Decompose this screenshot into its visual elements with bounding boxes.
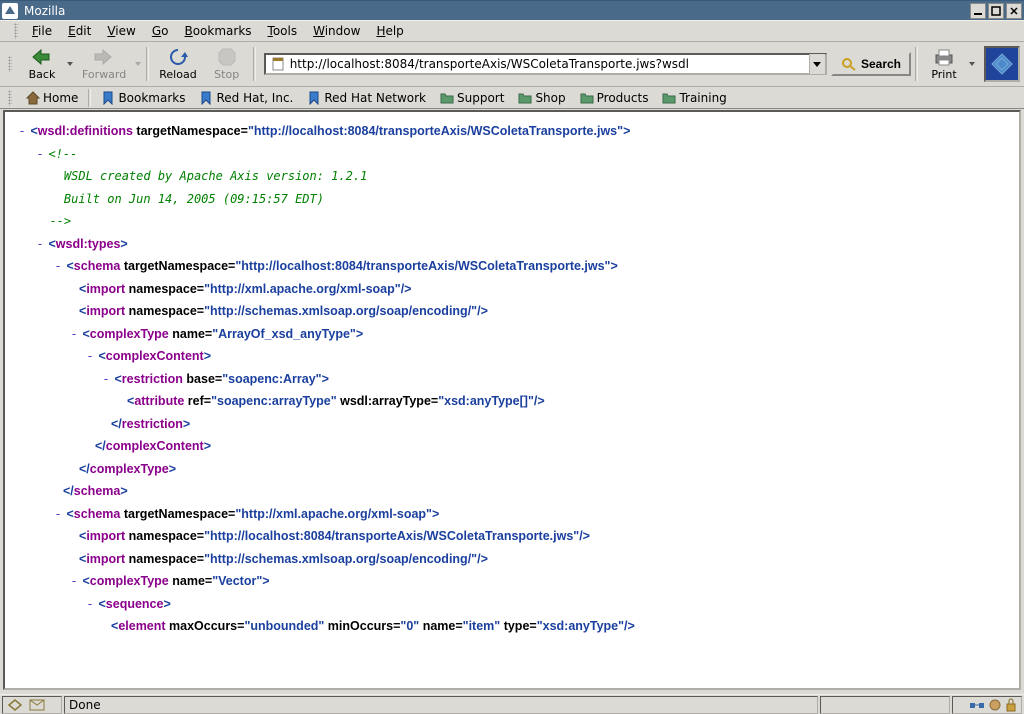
stop-button: Stop bbox=[205, 44, 249, 84]
throbber-icon[interactable] bbox=[984, 46, 1020, 82]
forward-icon bbox=[92, 47, 116, 67]
forward-dropdown bbox=[134, 62, 142, 66]
folder-icon bbox=[662, 91, 676, 105]
back-dropdown[interactable] bbox=[66, 62, 74, 66]
forward-button: Forward bbox=[76, 44, 132, 84]
maximize-button[interactable] bbox=[988, 3, 1004, 19]
minimize-button[interactable] bbox=[970, 3, 986, 19]
print-button[interactable]: Print bbox=[922, 44, 966, 84]
url-bar[interactable] bbox=[264, 53, 827, 75]
menu-bookmarks[interactable]: Bookmarks bbox=[176, 22, 259, 40]
status-message: Done bbox=[64, 696, 818, 714]
app-icon bbox=[2, 3, 18, 19]
window-title: Mozilla bbox=[24, 4, 65, 18]
collapse-toggle[interactable]: - bbox=[69, 570, 79, 593]
reload-button[interactable]: Reload bbox=[153, 44, 202, 84]
separator bbox=[146, 47, 149, 81]
security-indicators bbox=[952, 696, 1022, 714]
bookmark-icon bbox=[101, 91, 115, 105]
bookmark-page-icon[interactable] bbox=[269, 55, 287, 73]
progress-bar bbox=[820, 696, 950, 714]
menu-file[interactable]: File bbox=[24, 22, 60, 40]
bookmark-redhat[interactable]: Red Hat, Inc. bbox=[193, 90, 299, 106]
collapse-toggle[interactable]: - bbox=[101, 368, 111, 391]
cookie-icon[interactable] bbox=[988, 698, 1002, 712]
bookmark-icon bbox=[199, 91, 213, 105]
menu-tools[interactable]: Tools bbox=[260, 22, 306, 40]
content-area[interactable]: - <wsdl:definitions targetNamespace="htt… bbox=[3, 110, 1021, 690]
back-icon bbox=[30, 47, 54, 67]
bookmark-icon bbox=[307, 91, 321, 105]
xml-comment: <!-- WSDL created by Apache Axis version… bbox=[35, 147, 367, 229]
close-button[interactable] bbox=[1006, 3, 1022, 19]
bookmark-shop[interactable]: Shop bbox=[512, 90, 571, 106]
url-dropdown[interactable] bbox=[809, 54, 825, 74]
collapse-toggle[interactable]: - bbox=[35, 143, 45, 166]
search-button[interactable]: Search bbox=[831, 52, 911, 76]
bookmarks-folder[interactable]: Bookmarks bbox=[95, 90, 191, 106]
navigator-icon[interactable] bbox=[7, 698, 23, 712]
print-icon bbox=[932, 47, 956, 67]
online-icon[interactable] bbox=[969, 699, 985, 711]
menu-window[interactable]: Window bbox=[305, 22, 368, 40]
menu-edit[interactable]: Edit bbox=[60, 22, 99, 40]
folder-icon bbox=[440, 91, 454, 105]
toolbar-handle[interactable] bbox=[8, 90, 12, 106]
separator bbox=[88, 89, 91, 107]
collapse-toggle[interactable]: - bbox=[53, 255, 63, 278]
window-titlebar: Mozilla bbox=[0, 0, 1024, 20]
xml-tree: - <wsdl:definitions targetNamespace="htt… bbox=[5, 112, 1019, 646]
menu-help[interactable]: Help bbox=[368, 22, 411, 40]
bookmark-training[interactable]: Training bbox=[656, 90, 732, 106]
toolbar-handle[interactable] bbox=[8, 56, 12, 72]
menu-bar: File Edit View Go Bookmarks Tools Window… bbox=[0, 20, 1024, 42]
reload-icon bbox=[166, 47, 190, 67]
collapse-toggle[interactable]: - bbox=[69, 323, 79, 346]
url-input[interactable] bbox=[290, 55, 809, 73]
bookmark-products[interactable]: Products bbox=[574, 90, 655, 106]
collapse-toggle[interactable]: - bbox=[53, 503, 63, 526]
separator bbox=[915, 47, 918, 81]
collapse-toggle[interactable]: - bbox=[85, 593, 95, 616]
menu-go[interactable]: Go bbox=[144, 22, 177, 40]
folder-icon bbox=[518, 91, 532, 105]
bookmark-rhn[interactable]: Red Hat Network bbox=[301, 90, 432, 106]
menu-view[interactable]: View bbox=[99, 22, 143, 40]
personal-toolbar: Home Bookmarks Red Hat, Inc. Red Hat Net… bbox=[0, 87, 1024, 109]
home-icon bbox=[26, 91, 40, 105]
component-bar bbox=[2, 696, 62, 714]
toolbar-handle[interactable] bbox=[14, 23, 18, 39]
print-dropdown[interactable] bbox=[968, 62, 976, 66]
back-button[interactable]: Back bbox=[20, 44, 64, 84]
home-button[interactable]: Home bbox=[20, 90, 84, 106]
collapse-toggle[interactable]: - bbox=[17, 120, 27, 143]
collapse-toggle[interactable]: - bbox=[85, 345, 95, 368]
search-icon bbox=[841, 57, 857, 71]
collapse-toggle[interactable]: - bbox=[35, 233, 45, 256]
folder-icon bbox=[580, 91, 594, 105]
lock-icon[interactable] bbox=[1005, 698, 1017, 712]
mail-icon[interactable] bbox=[29, 699, 45, 711]
bookmark-support[interactable]: Support bbox=[434, 90, 510, 106]
stop-icon bbox=[215, 47, 239, 67]
separator bbox=[253, 47, 256, 81]
status-bar: Done bbox=[0, 694, 1024, 714]
navigation-toolbar: Back Forward Reload Stop Search Print bbox=[0, 42, 1024, 87]
